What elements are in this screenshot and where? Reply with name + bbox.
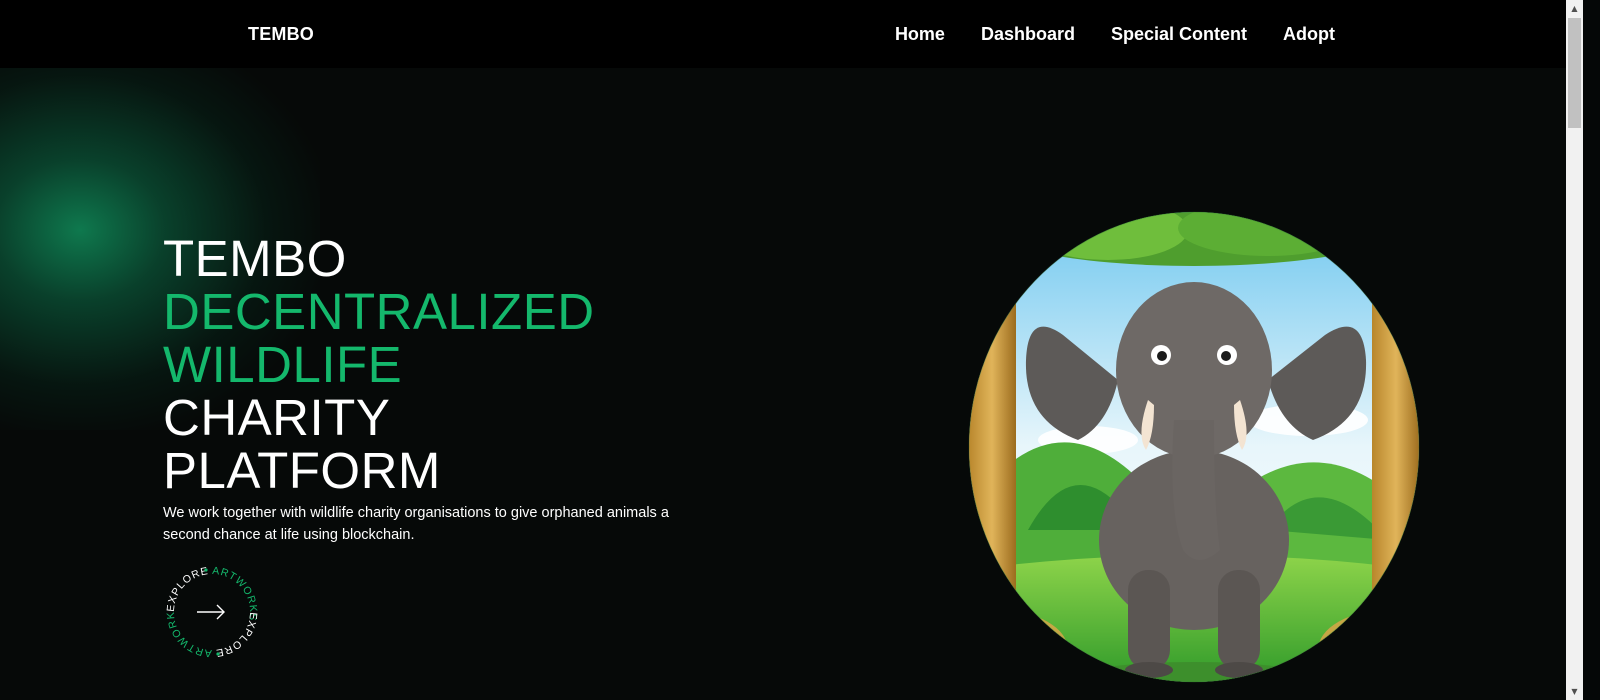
nav-adopt-link[interactable]: Adopt	[1283, 24, 1335, 45]
explore-badge-ring: EXPLORE ARTWORKS EXPLORE ARTWORKS	[158, 553, 259, 659]
vertical-scrollbar[interactable]: ▲ ▼	[1566, 0, 1583, 700]
scroll-down-icon[interactable]: ▼	[1566, 683, 1583, 700]
elephant-illustration	[968, 210, 1420, 684]
hero-title-line-5: PLATFORM	[163, 442, 441, 499]
navbar: TEMBO Home Dashboard Special Content Ado…	[0, 0, 1583, 68]
hero-title-line-2: DECENTRALIZED	[163, 283, 595, 340]
scrollbar-thumb[interactable]	[1568, 18, 1581, 128]
nav-special-content-link[interactable]: Special Content	[1111, 24, 1247, 45]
explore-artworks-button[interactable]: EXPLORE ARTWORKS EXPLORE ARTWORKS	[158, 553, 262, 662]
nav-home-link[interactable]: Home	[895, 24, 945, 45]
hero-title-line-4: CHARITY	[163, 389, 391, 446]
brand-logo[interactable]: TEMBO	[248, 24, 314, 45]
page: TEMBO Home Dashboard Special Content Ado…	[0, 0, 1583, 700]
svg-text:EXPLORE: EXPLORE	[165, 565, 210, 612]
hero-title-line-1: TEMBO	[163, 230, 347, 287]
svg-text:EXPLORE: EXPLORE	[214, 612, 259, 659]
badge-dot-top	[204, 568, 208, 572]
arrow-right-icon	[197, 604, 225, 620]
hero-title: TEMBO DECENTRALIZED WILDLIFE CHARITY PLA…	[163, 232, 595, 497]
nav-links: Home Dashboard Special Content Adopt	[895, 24, 1335, 45]
badge-dot-bottom	[216, 652, 220, 656]
hero-description: We work together with wildlife charity o…	[163, 505, 669, 543]
nav-dashboard-link[interactable]: Dashboard	[981, 24, 1075, 45]
explore-word-1: EXPLORE	[165, 565, 210, 612]
explore-word-2: EXPLORE	[214, 612, 259, 659]
scroll-up-icon[interactable]: ▲	[1566, 0, 1583, 17]
hero-title-line-3: WILDLIFE	[163, 336, 403, 393]
